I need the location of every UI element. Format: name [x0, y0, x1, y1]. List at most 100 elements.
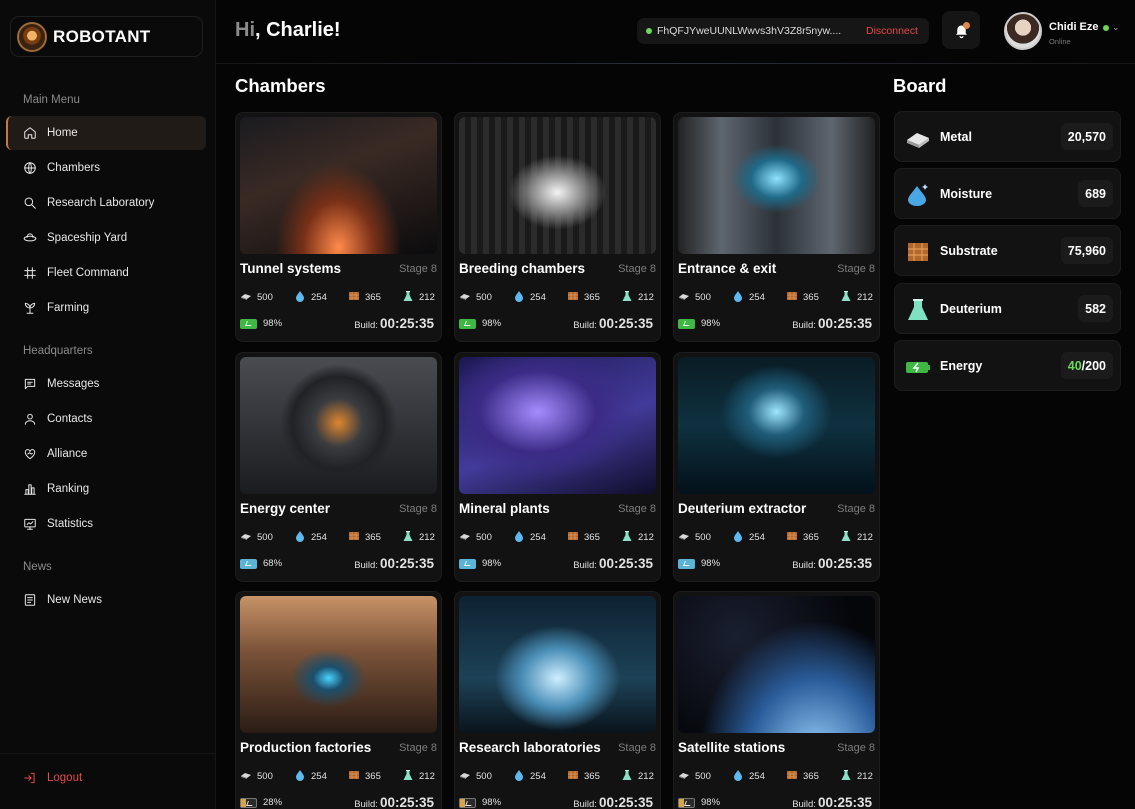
sidebar-item-label: Home — [47, 127, 78, 139]
build-timer: Build: 00:25:35 — [792, 556, 872, 571]
energy-level: 98% — [678, 318, 720, 329]
avatar[interactable] — [1004, 12, 1042, 50]
chamber-card[interactable]: Energy center Stage 8 500 254 365 212 68… — [235, 352, 442, 582]
board-item-energy: Energy 40/200 — [894, 340, 1121, 391]
board-label: Metal — [940, 130, 972, 144]
chamber-image — [240, 117, 437, 254]
home-icon — [24, 127, 36, 139]
substrate-cost: 365 — [567, 290, 600, 305]
build-label: Build: — [792, 560, 816, 571]
ranking-icon — [24, 484, 36, 495]
logout-button[interactable]: Logout — [6, 761, 206, 795]
news-heading: News — [23, 561, 52, 573]
fleet-icon — [24, 267, 36, 279]
wallet-address: FhQFJYweUUNLWwvs3hV3Z8r5nyw.... — [657, 25, 842, 37]
chamber-image — [240, 357, 437, 494]
chamber-stage: Stage 8 — [837, 503, 875, 515]
brand-logo[interactable]: ROBOTANT — [10, 16, 203, 57]
moisture-cost: 254 — [732, 290, 765, 305]
deuterium-cost-value: 212 — [638, 771, 654, 782]
chamber-card[interactable]: Production factories Stage 8 500 254 365… — [235, 591, 442, 809]
chamber-energy-row: 98% Build: 00:25:35 — [678, 795, 876, 809]
chamber-energy-row: 98% Build: 00:25:35 — [459, 556, 657, 572]
chamber-image — [678, 596, 875, 733]
chamber-name: Production factories — [240, 740, 372, 755]
chamber-image — [678, 357, 875, 494]
substrate-cost-value: 365 — [584, 292, 600, 303]
build-time: 00:25:35 — [817, 795, 872, 809]
chevron-down-icon[interactable]: ⌄ — [1112, 22, 1120, 33]
notifications-button[interactable] — [942, 11, 980, 49]
statistics-icon — [24, 518, 36, 530]
sidebar-item-spaceship-yard[interactable]: Spaceship Yard — [6, 221, 206, 255]
substrate-cost-value: 365 — [365, 532, 381, 543]
build-time: 00:25:35 — [598, 556, 653, 571]
board-value: 582 — [1078, 295, 1113, 322]
board-value: 40/200 — [1060, 352, 1113, 379]
metal-icon — [678, 769, 695, 784]
energy-level: 98% — [240, 318, 282, 329]
sidebar-item-label: Ranking — [47, 483, 90, 495]
chamber-card[interactable]: Tunnel systems Stage 8 500 254 365 212 9… — [235, 112, 442, 342]
news-icon — [24, 594, 36, 606]
sidebar-item-alliance[interactable]: Alliance — [6, 437, 206, 471]
substrate-icon — [567, 530, 584, 545]
substrate-icon — [567, 290, 584, 305]
chamber-cost-row: 500 254 365 212 — [678, 769, 876, 783]
sidebar-item-home[interactable]: Home — [6, 116, 206, 150]
moisture-cost-value: 254 — [311, 771, 327, 782]
build-label: Build: — [354, 799, 378, 809]
alliance-icon — [24, 449, 36, 460]
disconnect-button[interactable]: Disconnect — [866, 25, 918, 37]
energy-percent: 98% — [701, 558, 721, 569]
chamber-card[interactable]: Deuterium extractor Stage 8 500 254 365 … — [673, 352, 880, 582]
substrate-cost-value: 365 — [365, 292, 381, 303]
sidebar-item-research-laboratory[interactable]: Research Laboratory — [6, 186, 206, 220]
moisture-cost: 254 — [294, 530, 327, 545]
sidebar-item-statistics[interactable]: Statistics — [6, 507, 206, 541]
chamber-stage: Stage 8 — [618, 742, 656, 754]
energy-percent: 28% — [263, 797, 283, 808]
metal-cost-value: 500 — [257, 292, 273, 303]
sidebar-item-chambers[interactable]: Chambers — [6, 151, 206, 185]
chamber-cost-row: 500 254 365 212 — [459, 530, 657, 544]
sidebar-item-new-news[interactable]: New News — [6, 583, 206, 617]
moisture-cost: 254 — [513, 290, 546, 305]
sidebar-item-ranking[interactable]: Ranking — [6, 472, 206, 506]
chamber-card[interactable]: Mineral plants Stage 8 500 254 365 212 9… — [454, 352, 661, 582]
chamber-card[interactable]: Breeding chambers Stage 8 500 254 365 21… — [454, 112, 661, 342]
deuterium-cost: 212 — [840, 290, 873, 305]
build-time: 00:25:35 — [598, 795, 653, 809]
energy-level: 98% — [459, 318, 501, 329]
energy-percent: 98% — [482, 318, 502, 329]
metal-icon — [240, 290, 257, 305]
substrate-icon — [348, 290, 365, 305]
chamber-name: Entrance & exit — [678, 261, 777, 276]
user-name[interactable]: Chidi Eze — [1049, 21, 1099, 33]
chamber-energy-row: 98% Build: 00:25:35 — [678, 556, 876, 572]
sidebar-item-farming[interactable]: Farming — [6, 291, 206, 325]
chamber-card[interactable]: Satellite stations Stage 8 500 254 365 2… — [673, 591, 880, 809]
deuterium-cost: 212 — [840, 769, 873, 784]
metal-icon — [240, 530, 257, 545]
board-item-moisture: Moisture 689 — [894, 168, 1121, 219]
moisture-icon — [732, 530, 749, 545]
sidebar-item-contacts[interactable]: Contacts — [6, 402, 206, 436]
metal-cost-value: 500 — [476, 532, 492, 543]
chamber-energy-row: 98% Build: 00:25:35 — [459, 316, 657, 332]
chamber-card[interactable]: Research laboratories Stage 8 500 254 36… — [454, 591, 661, 809]
metal-cost-value: 500 — [476, 771, 492, 782]
deuterium-cost-value: 212 — [857, 292, 873, 303]
board-value-text: 689 — [1085, 186, 1106, 201]
moisture-cost: 254 — [732, 769, 765, 784]
moisture-icon — [513, 769, 530, 784]
build-timer: Build: 00:25:35 — [354, 795, 434, 809]
deuterium-icon — [840, 769, 857, 784]
main-menu-heading: Main Menu — [23, 94, 80, 106]
deuterium-cost: 212 — [621, 530, 654, 545]
chamber-card[interactable]: Entrance & exit Stage 8 500 254 365 212 … — [673, 112, 880, 342]
energy-icon — [905, 354, 931, 380]
sidebar-item-messages[interactable]: Messages — [6, 367, 206, 401]
sidebar-item-fleet-command[interactable]: Fleet Command — [6, 256, 206, 290]
build-label: Build: — [792, 799, 816, 809]
